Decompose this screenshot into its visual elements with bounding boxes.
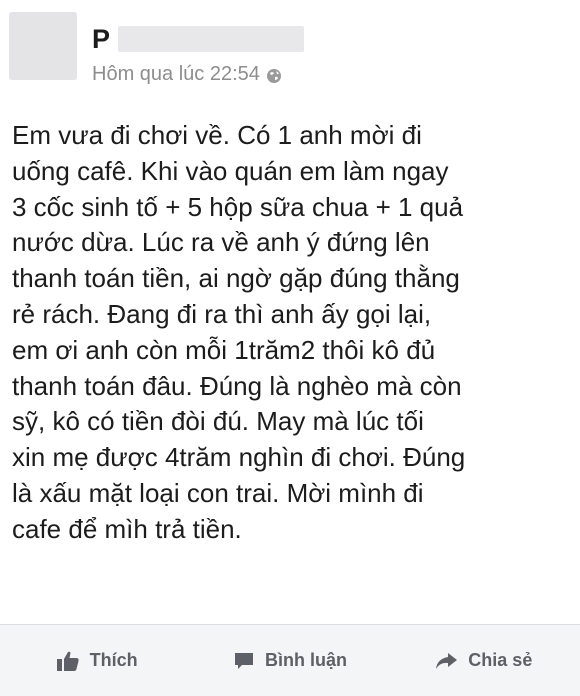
facebook-post: P Hôm qua lúc 22:54 Em vưa đi chơi về. C… (0, 0, 580, 696)
like-label: Thích (89, 650, 138, 670)
post-body-line: Em vưa đi chơi về. Có 1 anh mời đi (12, 120, 422, 150)
name-redaction (118, 26, 305, 52)
post-body-line: sỹ, kô có tiền đòi đú. May mà lúc tối (12, 406, 424, 437)
post-body-line: nước dừa. Lúc ra về anh ý đứng lên (12, 227, 430, 258)
post-action-bar: Thích Bình luận Chia sẻ (0, 624, 580, 696)
post-body-line: xin mẹ được 4trăm nghìn đi chơi. Đúng (12, 442, 466, 473)
comment-button[interactable]: Bình luận (193, 650, 386, 672)
thumbs-up-icon (56, 651, 79, 671)
post-body-line: thanh toán đâu. Đúng là nghèo mà còn (12, 370, 462, 401)
post-timestamp[interactable]: Hôm qua lúc 22:54 (92, 62, 260, 86)
share-button[interactable]: Chia sẻ (387, 650, 580, 672)
like-button[interactable]: Thích (0, 650, 193, 672)
post-body-line: là xấu mặt loại con trai. Mời mình đi (12, 477, 424, 508)
globe-icon (266, 66, 282, 83)
avatar[interactable] (9, 12, 77, 80)
comment-bubble-icon (234, 652, 253, 669)
post-body-line: 3 cốc sinh tố + 5 hộp sữa chua + 1 quả (12, 191, 464, 222)
post-body-line: rẻ rách. Đang đi ra thì anh ấy gọi lại, (12, 298, 432, 329)
share-arrow-icon (436, 652, 458, 669)
post-body-line: uống cafê. Khi vào quán em làm ngay (12, 155, 449, 186)
post-body: Em vưa đi chơi về. Có 1 anh mời đi uống … (12, 118, 567, 548)
comment-label: Bình luận (264, 650, 347, 670)
post-body-line: thanh toán tiền, ai ngờ gặp đúng thằng (12, 263, 460, 294)
author-row: P (92, 22, 305, 56)
post-body-line: cafe để mìh trả tiền. (12, 513, 242, 544)
post-meta: Hôm qua lúc 22:54 (92, 62, 282, 86)
share-label: Chia sẻ (468, 650, 533, 670)
author-name[interactable]: P (92, 22, 110, 56)
post-body-line: em ơi anh còn mỗi 1trăm2 thôi kô đủ (12, 334, 436, 365)
